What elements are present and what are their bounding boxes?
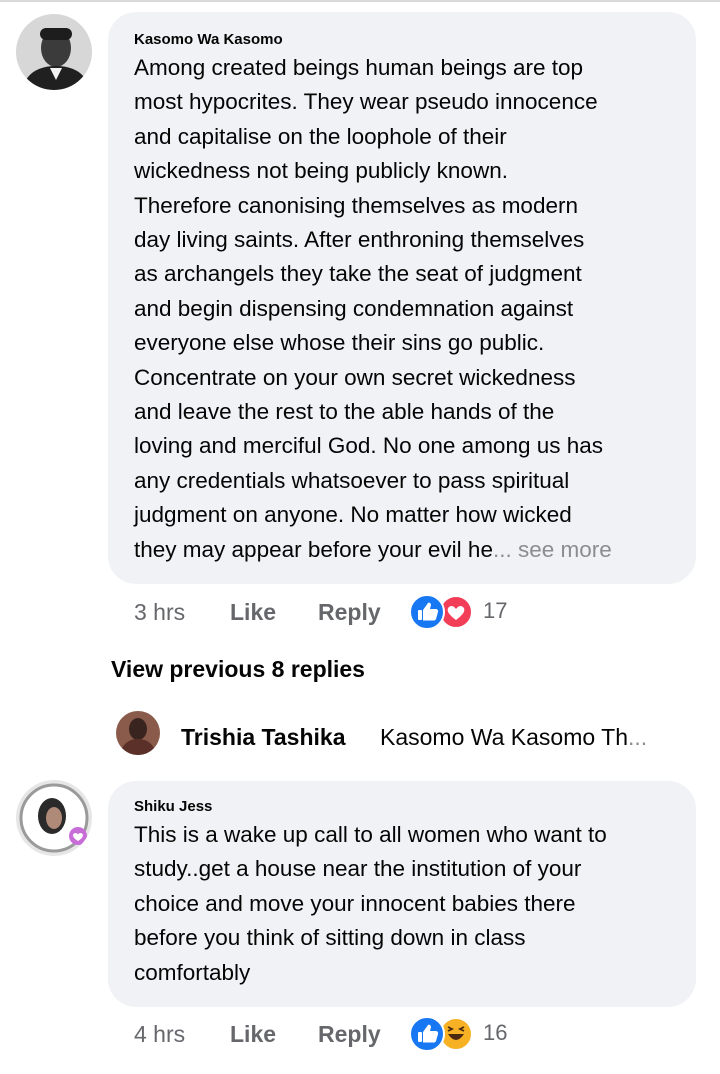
like-icon — [409, 1016, 445, 1052]
comment-timestamp: 4 hrs — [134, 1021, 186, 1047]
reply-button[interactable]: Reply — [318, 599, 381, 626]
view-previous-replies-link[interactable]: View previous 8 replies — [111, 656, 365, 683]
profile-photo-icon — [16, 14, 92, 90]
like-button[interactable]: Like — [230, 599, 276, 626]
avatar[interactable] — [16, 14, 92, 90]
reactions-summary[interactable] — [408, 594, 476, 630]
comment-line: comfortably — [134, 959, 251, 985]
comment-line: everyone else whose their sins go public… — [134, 330, 545, 356]
comment-text: Among created beings human beings are to… — [134, 51, 612, 567]
comment-line: any credentials whatsoever to pass spiri… — [134, 467, 570, 493]
profile-photo-icon — [116, 711, 160, 755]
reaction-count[interactable]: 16 — [483, 1020, 507, 1046]
comment-line: and capitalise on the loophole of their — [134, 123, 507, 149]
comment-line: choice and move your innocent babies the… — [134, 890, 576, 916]
reactions-summary[interactable] — [408, 1016, 476, 1052]
comment-line: most hypocrites. They wear pseudo innoce… — [134, 89, 598, 115]
avatar — [116, 711, 160, 755]
comment-line: loving and merciful God. No one among us… — [134, 433, 604, 459]
comment-bubble: Kasomo Wa Kasomo Among created beings hu… — [108, 12, 696, 584]
comment-line: study..get a house near the institution … — [134, 856, 582, 882]
see-more-link[interactable]: ... see more — [493, 537, 612, 562]
comment-bubble: Shiku Jess This is a wake up call to all… — [108, 781, 696, 1007]
comment-line: and leave the rest to the able hands of … — [134, 399, 555, 425]
comment-line: and begin dispensing condemnation agains… — [134, 295, 574, 321]
comment-author[interactable]: Kasomo Wa Kasomo — [134, 31, 283, 48]
reaction-count[interactable]: 17 — [483, 598, 507, 624]
top-divider — [0, 0, 720, 2]
reply-text: Kasomo Wa Kasomo Th... — [380, 724, 647, 751]
comment-line-text: they may appear before your evil he — [134, 536, 493, 562]
comment-text: This is a wake up call to all women who … — [134, 818, 607, 990]
like-button[interactable]: Like — [230, 1021, 276, 1048]
comment-line: before you think of sitting down in clas… — [134, 925, 526, 951]
like-icon — [409, 594, 445, 630]
comment-line: wickedness not being publicly known. — [134, 158, 508, 184]
comment-line: as archangels they take the seat of judg… — [134, 261, 582, 287]
comment-author[interactable]: Shiku Jess — [134, 798, 212, 815]
comment-line: day living saints. After enthroning them… — [134, 227, 585, 253]
comment-line: This is a wake up call to all women who … — [134, 822, 607, 847]
comment-line: Therefore canonising themselves as moder… — [134, 192, 578, 218]
comment-line: Among created beings human beings are to… — [134, 55, 584, 80]
reply-author[interactable]: Trishia Tashika — [181, 724, 345, 751]
reply-preview[interactable]: Trishia Tashika Kasomo Wa Kasomo Th... — [116, 711, 696, 755]
avatar[interactable] — [16, 780, 92, 856]
reply-text-content: Kasomo Wa Kasomo Th — [380, 724, 628, 750]
comment-line: Concentrate on your own secret wickednes… — [134, 364, 576, 390]
profile-photo-icon — [16, 780, 92, 856]
reply-button[interactable]: Reply — [318, 1021, 381, 1048]
reply-ellipsis: ... — [628, 724, 648, 750]
comment-line: they may appear before your evil he... s… — [134, 533, 612, 567]
comment-timestamp: 3 hrs — [134, 599, 186, 625]
comment-line: judgment on anyone. No matter how wicked — [134, 502, 572, 528]
